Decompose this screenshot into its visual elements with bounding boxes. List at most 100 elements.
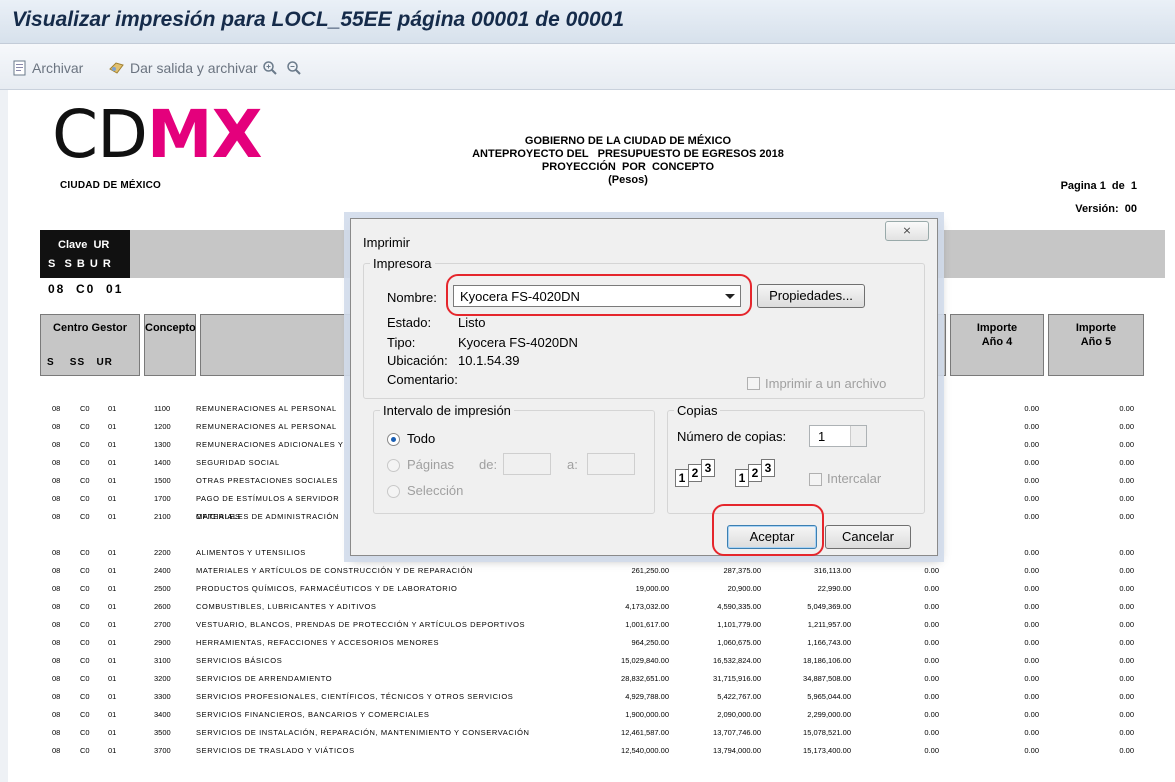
- zoom-in-button[interactable]: [262, 58, 282, 78]
- cell-concepto: 2400: [154, 566, 171, 575]
- cell-descripcion: SERVICIOS DE INSTALACIÓN, REPARACIÓN, MA…: [196, 728, 530, 737]
- cell-importe-5: 0.00: [1119, 656, 1134, 665]
- cell-s: 08: [52, 440, 61, 449]
- cell-ur: 01: [108, 620, 117, 629]
- output-archive-button[interactable]: Dar salida y archivar: [108, 58, 258, 78]
- table-row: 08 C0 01 2400 MATERIALES Y ARTÍCULOS DE CONS…: [8, 562, 1175, 580]
- cell-importe-2: 1,060,675.00: [717, 638, 761, 647]
- collate-checkbox[interactable]: [809, 473, 822, 486]
- copies-value: 1: [818, 429, 826, 444]
- cell-importe-1: 964,250.00: [631, 638, 669, 647]
- cell-importe-3: 5,965,044.00: [807, 692, 851, 701]
- cell-ss: C0: [80, 710, 90, 719]
- collate-icon-2: 321: [735, 459, 795, 493]
- zoom-out-button[interactable]: [286, 58, 306, 78]
- print-to-file-checkbox[interactable]: [747, 377, 760, 390]
- cell-importe-4: 0.00: [1024, 476, 1039, 485]
- range-pages-radio[interactable]: [387, 459, 400, 472]
- cell-importe-4: 0.00: [1024, 494, 1039, 503]
- cell-concepto: 3300: [154, 692, 171, 701]
- cell-descripcion-cont: OFICIALES: [196, 512, 241, 521]
- range-from-input[interactable]: [503, 453, 551, 475]
- logo-subtitle: CIUDAD DE MÉXICO: [60, 180, 161, 191]
- properties-button[interactable]: Propiedades...: [757, 284, 865, 308]
- cell-concepto: 2600: [154, 602, 171, 611]
- range-selection-label: Selección: [407, 483, 464, 498]
- cell-importe-5: 0.00: [1119, 746, 1134, 755]
- cell-s: 08: [52, 710, 61, 719]
- cell-importe-2: 13,794,000.00: [713, 746, 761, 755]
- cell-importe-3: 316,113.00: [814, 566, 851, 575]
- collate-icon-1: 321: [675, 459, 735, 493]
- cell-s: 08: [52, 674, 61, 683]
- cell-importe-4: 0.00: [1024, 692, 1039, 701]
- cell-importe-4: 0.00: [1024, 710, 1039, 719]
- table-row: 08 C0 01 2600 COMBUSTIBLES, LUBRICANTES Y AD…: [8, 598, 1175, 616]
- cell-importe-2: 287,375.00: [723, 566, 761, 575]
- cell-importe-4: 0.00: [1024, 746, 1039, 755]
- cell-importe-4: 0.00: [1024, 422, 1039, 431]
- status-label: Estado:: [387, 315, 432, 330]
- cell-descripcion: REMUNERACIONES ADICIONALES Y: [196, 440, 344, 449]
- stepper-arrows-icon[interactable]: [850, 426, 866, 446]
- cell-importe-2: 5,422,767.00: [717, 692, 761, 701]
- cell-ss: C0: [80, 602, 90, 611]
- cell-importe-extra: 0.00: [924, 638, 939, 647]
- cell-s: 08: [52, 566, 61, 575]
- cell-s: 08: [52, 404, 61, 413]
- table-row: 08 C0 01 3200 SERVICIOS DE ARRENDAMIENTO 28,8…: [8, 670, 1175, 688]
- table-row: 08 C0 01 3300 SERVICIOS PROFESIONALES, CIENT…: [8, 688, 1175, 706]
- range-all-label: Todo: [407, 431, 436, 446]
- cell-importe-1: 4,173,032.00: [625, 602, 669, 611]
- logo-text-black: CD: [52, 96, 148, 173]
- cell-ss: C0: [80, 548, 90, 557]
- cell-importe-4: 0.00: [1024, 674, 1039, 683]
- cell-concepto: 2700: [154, 620, 171, 629]
- copies-count-label: Número de copias:: [677, 429, 787, 444]
- range-to-input[interactable]: [587, 453, 635, 475]
- cell-importe-extra: 0.00: [924, 674, 939, 683]
- header-line-1: GOBIERNO DE LA CIUDAD DE MÉXICO: [524, 135, 732, 147]
- cell-s: 08: [52, 548, 61, 557]
- cell-descripcion: SEGURIDAD SOCIAL: [196, 458, 280, 467]
- cell-descripcion: ALIMENTOS Y UTENSILIOS: [196, 548, 306, 557]
- col-importe4-b: Año 4: [981, 336, 1013, 348]
- cell-importe-5: 0.00: [1119, 548, 1134, 557]
- cell-importe-2: 4,590,335.00: [717, 602, 761, 611]
- range-selection-radio[interactable]: [387, 485, 400, 498]
- printer-group-label: Impresora: [370, 256, 435, 271]
- cell-importe-extra: 0.00: [924, 602, 939, 611]
- cell-concepto: 1500: [154, 476, 171, 485]
- cell-importe-2: 2,090,000.00: [717, 710, 761, 719]
- cell-ur: 01: [108, 710, 117, 719]
- cell-importe-4: 0.00: [1024, 584, 1039, 593]
- cell-s: 08: [52, 584, 61, 593]
- table-row: 08 C0 01 3100 SERVICIOS BÁSICOS 15,029,840.00…: [8, 652, 1175, 670]
- logo-text-pink: MX: [146, 96, 263, 173]
- cell-importe-3: 15,078,521.00: [803, 728, 851, 737]
- output-archive-icon: [109, 62, 124, 74]
- clave-box: Clave UR S S B U R: [40, 230, 130, 278]
- cell-s: 08: [52, 512, 61, 521]
- cancel-button[interactable]: Cancelar: [825, 525, 911, 549]
- window-title: Visualizar impresión para LOCL_55EE pági…: [12, 8, 625, 31]
- comment-label: Comentario:: [387, 372, 458, 387]
- cell-descripcion: PRODUCTOS QUÍMICOS, FARMACÉUTICOS Y DE L…: [196, 584, 458, 593]
- cell-importe-4: 0.00: [1024, 566, 1039, 575]
- archive-button[interactable]: Archivar: [12, 58, 83, 78]
- header-line-4: (Pesos): [608, 174, 648, 186]
- cell-concepto: 3200: [154, 674, 171, 683]
- cell-ur: 01: [108, 728, 117, 737]
- cell-concepto: 1300: [154, 440, 171, 449]
- cell-ur: 01: [108, 404, 117, 413]
- range-all-radio[interactable]: [387, 433, 400, 446]
- cell-importe-5: 0.00: [1119, 422, 1134, 431]
- cell-descripcion: SERVICIOS BÁSICOS: [196, 656, 283, 665]
- cell-importe-3: 1,166,743.00: [807, 638, 851, 647]
- cell-importe-3: 18,186,106.00: [803, 656, 851, 665]
- close-button[interactable]: ⨯: [885, 221, 929, 241]
- copies-stepper[interactable]: 1: [809, 425, 867, 447]
- cell-importe-2: 1,101,779.00: [717, 620, 761, 629]
- cell-importe-1: 4,929,788.00: [625, 692, 669, 701]
- cell-importe-5: 0.00: [1119, 440, 1134, 449]
